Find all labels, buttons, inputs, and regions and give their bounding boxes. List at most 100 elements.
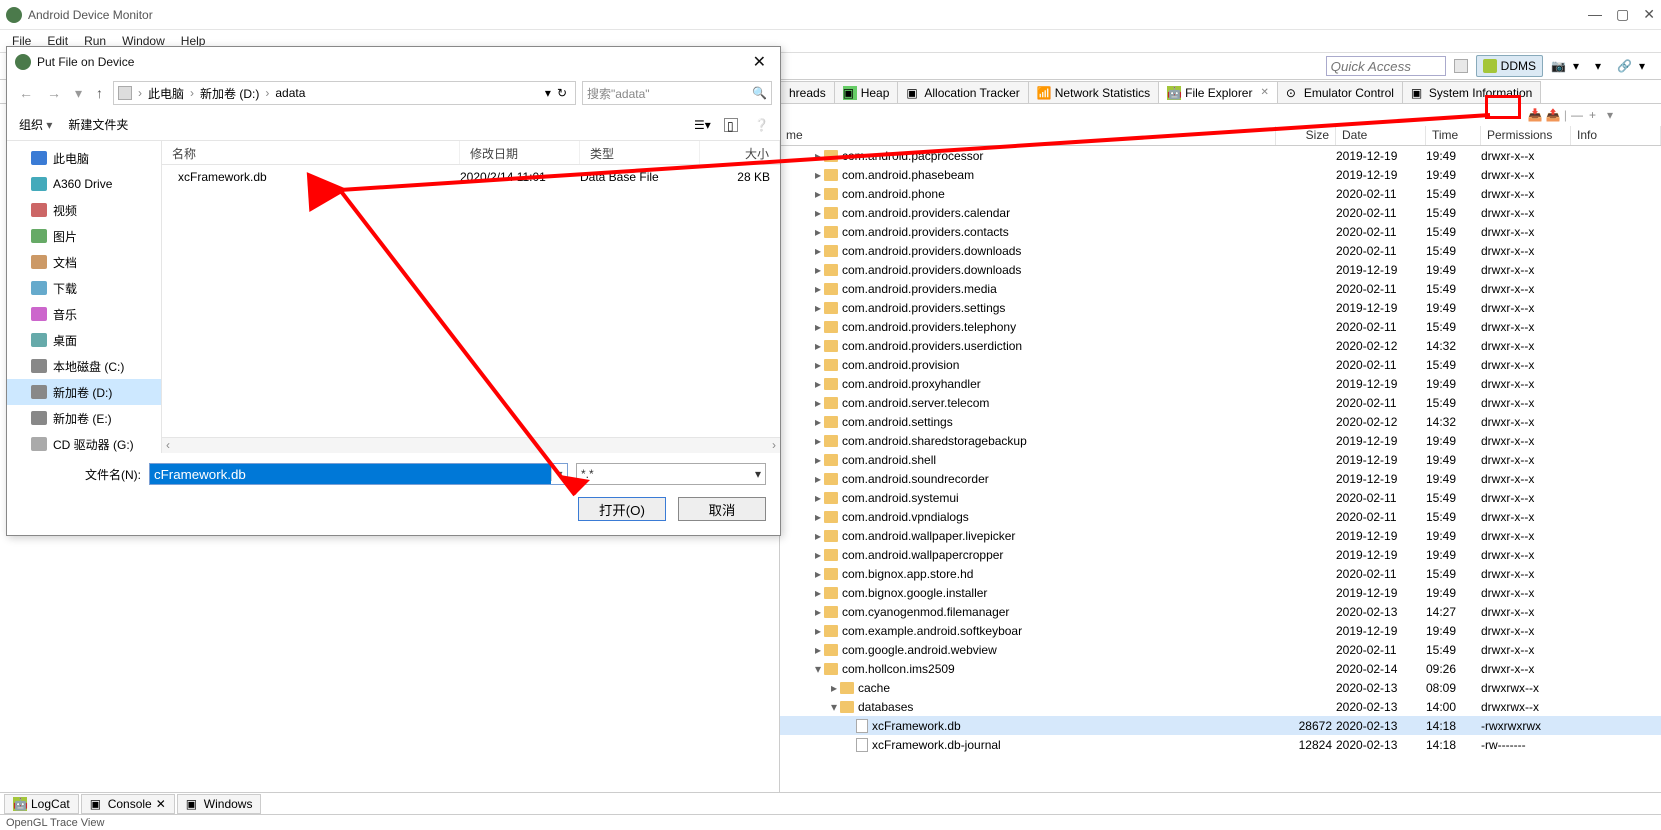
expand-icon[interactable]: ▸	[812, 567, 824, 581]
dialog-close-button[interactable]: ✕	[747, 52, 772, 72]
nav-back-icon[interactable]: ←	[15, 85, 37, 101]
sidebar-item[interactable]: 新加卷 (E:)	[7, 405, 161, 431]
col-info[interactable]: Info	[1571, 126, 1661, 145]
tab-console[interactable]: ▣Console✕	[81, 794, 175, 814]
table-row[interactable]: ▸com.android.wallpapercropper2019-12-191…	[780, 545, 1661, 564]
dialog-sidebar[interactable]: 此电脑A360 Drive视频图片文档下载音乐桌面本地磁盘 (C:)新加卷 (D…	[7, 141, 162, 453]
table-row[interactable]: ▸com.cyanogenmod.filemanager2020-02-1314…	[780, 602, 1661, 621]
table-row[interactable]: ▸com.android.wallpaper.livepicker2019-12…	[780, 526, 1661, 545]
filetype-combo[interactable]: *.* ▾	[576, 463, 766, 485]
table-row[interactable]: ▾com.hollcon.ims25092020-02-1409:26drwxr…	[780, 659, 1661, 678]
col-date[interactable]: 修改日期	[460, 141, 580, 164]
table-row[interactable]: ▸com.bignox.google.installer2019-12-1919…	[780, 583, 1661, 602]
preview-pane-icon[interactable]: ▯	[724, 118, 738, 132]
table-row[interactable]: ▸com.android.phasebeam2019-12-1919:49drw…	[780, 165, 1661, 184]
tab-heap[interactable]: ▣Heap	[834, 81, 899, 103]
col-perm[interactable]: Permissions	[1481, 126, 1571, 145]
table-row[interactable]: ▸com.android.providers.contacts2020-02-1…	[780, 222, 1661, 241]
tab-threads[interactable]: hreads	[780, 81, 835, 103]
pull-file-icon[interactable]: 📥	[1528, 108, 1542, 122]
expand-icon[interactable]: ▸	[812, 377, 824, 391]
table-row[interactable]: ▸com.android.providers.calendar2020-02-1…	[780, 203, 1661, 222]
ddms-perspective-button[interactable]: DDMS	[1476, 55, 1543, 77]
expand-icon[interactable]: ▸	[812, 301, 824, 315]
nav-up-icon[interactable]: ↑	[92, 85, 107, 101]
expand-icon[interactable]: ▸	[812, 605, 824, 619]
col-name[interactable]: 名称	[162, 141, 460, 164]
nav-recent-icon[interactable]: ▾	[71, 85, 86, 102]
push-file-icon[interactable]: 📤	[1546, 108, 1560, 122]
table-row[interactable]: ▸com.android.providers.settings2019-12-1…	[780, 298, 1661, 317]
table-row[interactable]: ▸com.example.android.softkeyboar2019-12-…	[780, 621, 1661, 640]
new-folder-button[interactable]: 新建文件夹	[68, 116, 128, 133]
table-row[interactable]: ▸com.android.sharedstoragebackup2019-12-…	[780, 431, 1661, 450]
col-size[interactable]: Size	[1276, 126, 1336, 145]
table-row[interactable]: ▸com.google.android.webview2020-02-1115:…	[780, 640, 1661, 659]
list-item[interactable]: xcFramework.db 2020/2/14 11:01 Data Base…	[162, 165, 780, 189]
expand-icon[interactable]: ▸	[812, 396, 824, 410]
search-icon[interactable]: 🔍	[752, 86, 767, 100]
add-icon[interactable]: +	[1589, 108, 1603, 122]
sidebar-item[interactable]: A360 Drive	[7, 171, 161, 197]
expand-icon[interactable]: ▸	[812, 529, 824, 543]
expand-icon[interactable]: ▸	[812, 472, 824, 486]
maximize-button[interactable]: ▢	[1616, 6, 1629, 23]
dropdown-icon[interactable]: ▾	[551, 467, 567, 481]
path-refresh-icon[interactable]: ↻	[553, 86, 571, 100]
expand-icon[interactable]: ▸	[812, 149, 824, 163]
expand-icon[interactable]: ▸	[812, 434, 824, 448]
table-row[interactable]: ▸com.android.soundrecorder2019-12-1919:4…	[780, 469, 1661, 488]
table-row[interactable]: ▸com.android.vpndialogs2020-02-1115:49dr…	[780, 507, 1661, 526]
path-box[interactable]: › 此电脑 › 新加卷 (D:) › adata ▾ ↻	[113, 81, 576, 105]
sidebar-item[interactable]: 本地磁盘 (C:)	[7, 353, 161, 379]
table-row[interactable]: ▸com.android.providers.userdiction2020-0…	[780, 336, 1661, 355]
search-box[interactable]: 搜索"adata" 🔍	[582, 81, 772, 105]
table-row[interactable]: ▸com.android.shell2019-12-1919:49drwxr-x…	[780, 450, 1661, 469]
sidebar-item[interactable]: 下载	[7, 275, 161, 301]
table-row[interactable]: ▸com.android.proxyhandler2019-12-1919:49…	[780, 374, 1661, 393]
col-type[interactable]: 类型	[580, 141, 700, 164]
expand-icon[interactable]: ▸	[812, 206, 824, 220]
table-row[interactable]: ▸com.android.provision2020-02-1115:49drw…	[780, 355, 1661, 374]
sidebar-item[interactable]: 文档	[7, 249, 161, 275]
expand-icon[interactable]: ▾	[828, 700, 840, 714]
tab-file-explorer[interactable]: 🤖File Explorer✕	[1158, 81, 1278, 103]
table-row[interactable]: ▸com.android.providers.downloads2019-12-…	[780, 260, 1661, 279]
toolbar-icon-2[interactable]: ▾	[1573, 59, 1587, 73]
file-rows[interactable]: ▸com.android.pacprocessor2019-12-1919:49…	[780, 146, 1661, 792]
expand-icon[interactable]: ▸	[812, 491, 824, 505]
view-mode-icon[interactable]: ☰▾	[694, 118, 708, 132]
toolbar-icon-5[interactable]: ▾	[1639, 59, 1653, 73]
table-row[interactable]: ▸com.android.server.telecom2020-02-1115:…	[780, 393, 1661, 412]
table-row[interactable]: ▸cache2020-02-1308:09drwxrwx--x	[780, 678, 1661, 697]
toolbar-icon-1[interactable]: 📷	[1551, 59, 1565, 73]
table-row[interactable]: ▸com.android.providers.downloads2020-02-…	[780, 241, 1661, 260]
horizontal-scrollbar[interactable]: ‹ ›	[162, 437, 780, 453]
table-row[interactable]: ▾databases2020-02-1314:00drwxrwx--x	[780, 697, 1661, 716]
expand-icon[interactable]: ▸	[812, 586, 824, 600]
expand-icon[interactable]: ▸	[812, 282, 824, 296]
col-date[interactable]: Date	[1336, 126, 1426, 145]
expand-icon[interactable]: ▸	[812, 168, 824, 182]
help-icon[interactable]: ❔	[754, 118, 768, 132]
table-row[interactable]: ▸com.android.pacprocessor2019-12-1919:49…	[780, 146, 1661, 165]
filename-combo[interactable]: ▾	[149, 463, 568, 485]
toolbar-icon-4[interactable]: 🔗	[1617, 59, 1631, 73]
sidebar-item[interactable]: 视频	[7, 197, 161, 223]
sidebar-item[interactable]: 此电脑	[7, 145, 161, 171]
toolbar-icon-3[interactable]: ▾	[1595, 59, 1609, 73]
col-name[interactable]: me	[780, 126, 1276, 145]
expand-icon[interactable]: ▸	[812, 244, 824, 258]
cancel-button[interactable]: 取消	[678, 497, 766, 521]
table-row[interactable]: xcFramework.db-journal128242020-02-1314:…	[780, 735, 1661, 754]
dropdown-icon[interactable]: ▾	[755, 467, 761, 481]
sidebar-item[interactable]: 新加卷 (D:)	[7, 379, 161, 405]
sidebar-item[interactable]: 音乐	[7, 301, 161, 327]
tab-netstat[interactable]: 📶Network Statistics	[1028, 81, 1159, 103]
expand-icon[interactable]: ▸	[812, 624, 824, 638]
expand-icon[interactable]: ▸	[812, 415, 824, 429]
col-size[interactable]: 大小	[700, 141, 780, 164]
open-button[interactable]: 打开(O)	[578, 497, 666, 521]
close-button[interactable]: ✕	[1643, 6, 1655, 23]
table-row[interactable]: ▸com.android.providers.media2020-02-1115…	[780, 279, 1661, 298]
